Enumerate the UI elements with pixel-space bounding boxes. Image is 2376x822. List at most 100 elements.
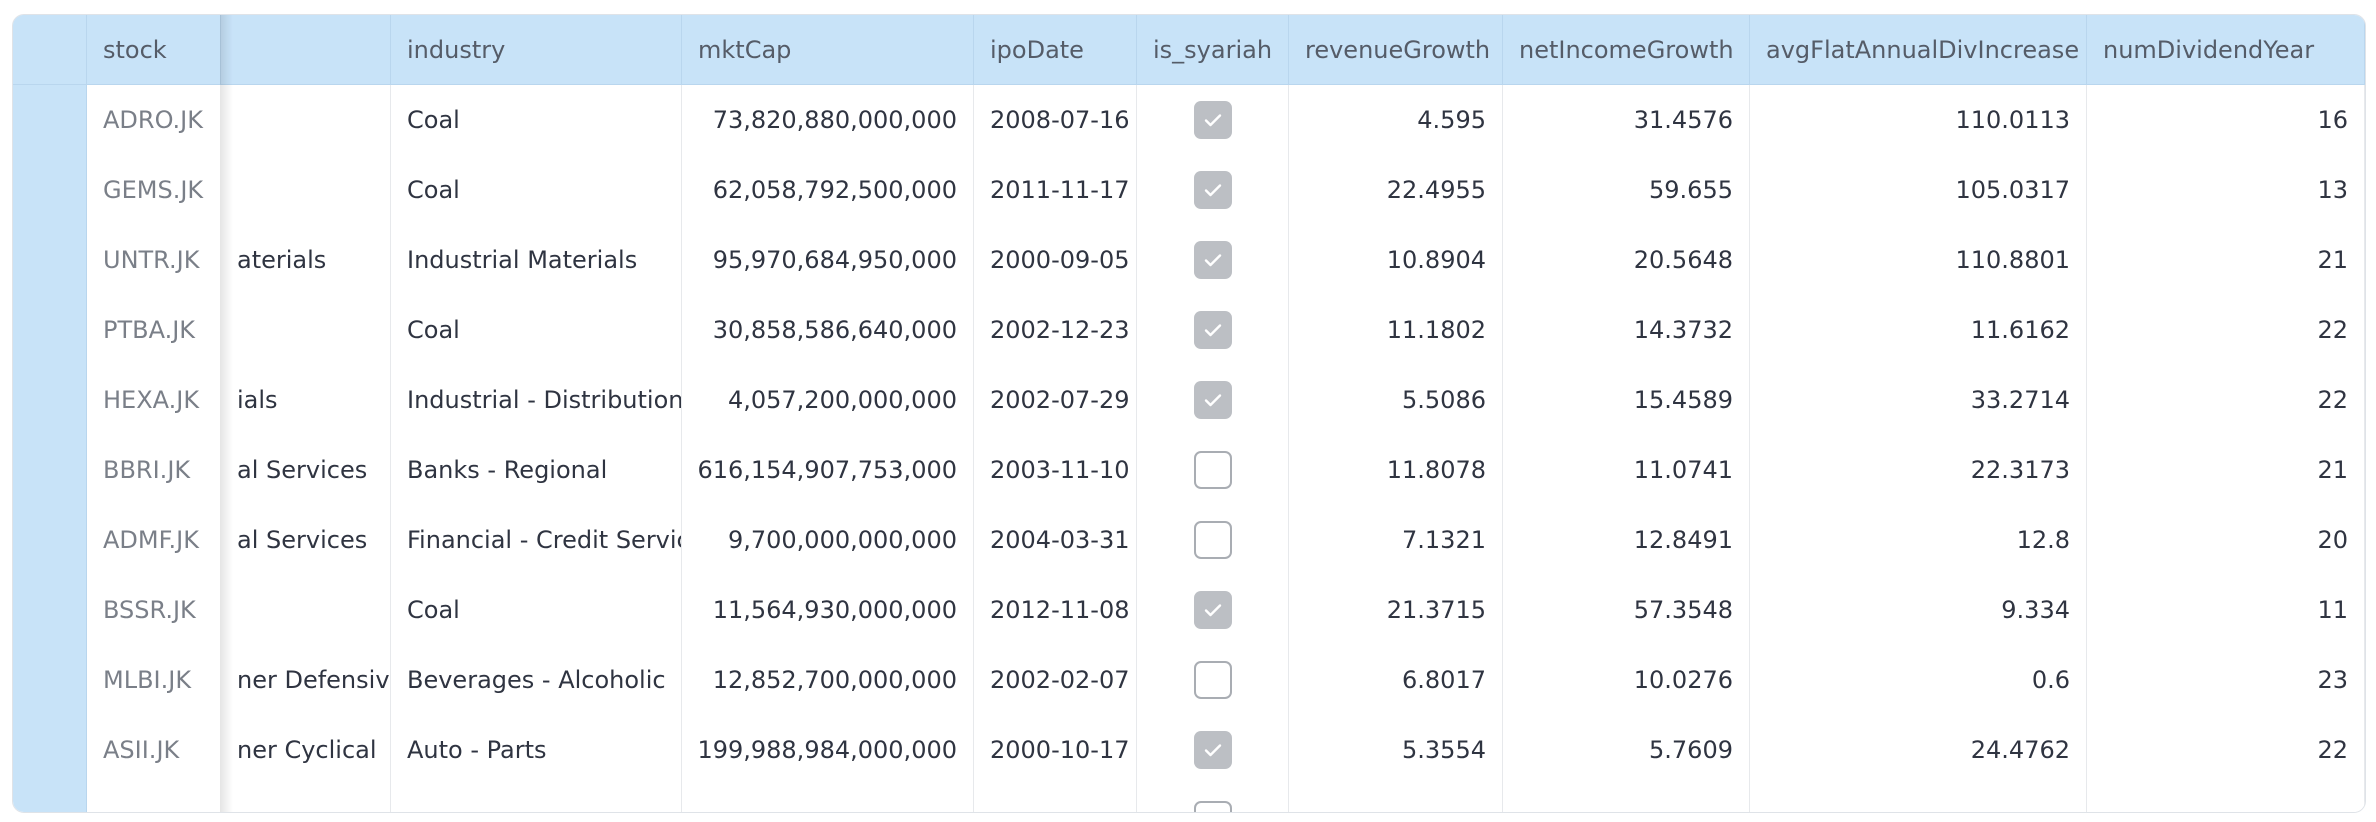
- syariah-checkbox[interactable]: [1193, 101, 1232, 139]
- cell-industry[interactable]: Industrial Materials: [391, 225, 682, 295]
- cell-sector[interactable]: [221, 575, 391, 645]
- syariah-checkbox[interactable]: [1193, 241, 1232, 279]
- cell-mktCap[interactable]: 199,988,984,000,000: [682, 715, 974, 785]
- cell-avgFlatAnnualDivIncrease[interactable]: 110.0113: [1750, 85, 2087, 155]
- cell-avgFlatAnnualDivIncrease[interactable]: 11.6162: [1750, 295, 2087, 365]
- row-index-cell[interactable]: [13, 435, 87, 505]
- table-row[interactable]: al ServicesFinancial - Credit Services9,…: [13, 505, 2365, 576]
- cell-netIncomeGrowth[interactable]: 14.3732: [1503, 295, 1750, 365]
- cell-netIncomeGrowth[interactable]: 57.3548: [1503, 575, 1750, 645]
- cell-netIncomeGrowth[interactable]: 15.4589: [1503, 365, 1750, 435]
- column-header-ipoDate[interactable]: ipoDate: [974, 15, 1137, 84]
- cell-stock[interactable]: ASII.JK: [87, 715, 221, 785]
- cell-ipoDate[interactable]: 2000-09-05: [974, 225, 1137, 295]
- cell-revenueGrowth[interactable]: 21.3715: [1289, 575, 1503, 645]
- cell-is_syariah[interactable]: [1137, 365, 1289, 435]
- cell-ipoDate[interactable]: 2008-07-16: [974, 85, 1137, 155]
- column-header-avgFlatAnnualDivIncrease[interactable]: avgFlatAnnualDivIncrease: [1750, 15, 2087, 84]
- cell-revenueGrowth[interactable]: 5.3554: [1289, 715, 1503, 785]
- cell-netIncomeGrowth[interactable]: 11.0741: [1503, 435, 1750, 505]
- cell-stock[interactable]: ADMF.JK: [87, 505, 221, 575]
- cell-sector[interactable]: ials: [221, 365, 391, 435]
- row-index-cell[interactable]: [13, 85, 87, 155]
- table-row[interactable]: aterials Industrial Materials 95,970,684,9…: [13, 225, 2365, 296]
- column-header-netIncomeGrowth[interactable]: netIncomeGrowth: [1503, 15, 1750, 84]
- row-index-cell[interactable]: [13, 295, 87, 365]
- column-header-industry[interactable]: industry: [391, 15, 682, 84]
- cell-avgFlatAnnualDivIncrease[interactable]: 0.6: [1750, 645, 2087, 715]
- cell-sector[interactable]: ner Cyclical: [221, 715, 391, 785]
- syariah-checkbox[interactable]: [1193, 451, 1232, 489]
- cell-stock[interactable]: MLBI.JK: [87, 645, 221, 715]
- cell-is_syariah[interactable]: [1137, 645, 1289, 715]
- column-header-revenueGrowth[interactable]: revenueGrowth: [1289, 15, 1503, 84]
- cell-ipoDate[interactable]: 2004-03-31: [974, 505, 1137, 575]
- cell-industry[interactable]: Coal: [391, 575, 682, 645]
- cell-stock[interactable]: PTBA.JK: [87, 295, 221, 365]
- cell-numDividendYear[interactable]: 22: [2087, 365, 2365, 435]
- cell-avgFlatAnnualDivIncrease[interactable]: 24.4762: [1750, 715, 2087, 785]
- cell-stock[interactable]: HEXA.JK: [87, 365, 221, 435]
- row-index-cell[interactable]: [13, 225, 87, 295]
- cell-industry[interactable]: Coal: [391, 155, 682, 225]
- cell-mktCap[interactable]: 73,820,880,000,000: [682, 85, 974, 155]
- cell-sector[interactable]: [221, 85, 391, 155]
- cell-industry[interactable]: Auto - Parts: [391, 715, 682, 785]
- cell-industry[interactable]: Banks - Regional: [391, 435, 682, 505]
- cell-ipoDate[interactable]: 2002-12-23: [974, 295, 1137, 365]
- cell-is_syariah[interactable]: [1137, 435, 1289, 505]
- table-row[interactable]: Coal 73,820,880,000,000 2008-07-16 4.595 31.…: [13, 85, 2365, 156]
- cell-revenueGrowth[interactable]: 4.595: [1289, 85, 1503, 155]
- cell-stock[interactable]: [87, 785, 221, 812]
- cell-numDividendYear[interactable]: 16: [2087, 85, 2365, 155]
- syariah-checkbox[interactable]: [1193, 171, 1232, 209]
- syariah-checkbox[interactable]: [1193, 731, 1232, 769]
- row-index-cell[interactable]: [13, 715, 87, 785]
- column-header-stock[interactable]: stock: [87, 15, 221, 84]
- cell-numDividendYear[interactable]: 13: [2087, 155, 2365, 225]
- cell-avgFlatAnnualDivIncrease[interactable]: 105.0317: [1750, 155, 2087, 225]
- cell-ipoDate[interactable]: 2011-11-17: [974, 155, 1137, 225]
- cell-is_syariah[interactable]: [1137, 575, 1289, 645]
- table-row[interactable]: Coal 11,564,930,000,000 2012-11-08 21.3715 5…: [13, 575, 2365, 646]
- row-index-cell[interactable]: [13, 785, 87, 812]
- cell-mktCap[interactable]: 95,970,684,950,000: [682, 225, 974, 295]
- cell-revenueGrowth[interactable]: 10.8904: [1289, 225, 1503, 295]
- cell-sector[interactable]: [221, 155, 391, 225]
- data-grid[interactable]: industry mktCap ipoDate is_syariah revenueGr…: [12, 14, 2366, 813]
- row-index-cell[interactable]: [13, 645, 87, 715]
- cell-mktCap[interactable]: 4,057,200,000,000: [682, 365, 974, 435]
- cell-industry[interactable]: Industrial - Distribution: [391, 365, 682, 435]
- cell-sector[interactable]: [221, 785, 391, 812]
- syariah-checkbox[interactable]: [1193, 661, 1232, 699]
- table-row[interactable]: al Services Banks - Regional 616,154,907,7…: [13, 435, 2365, 506]
- cell-is_syariah[interactable]: [1137, 715, 1289, 785]
- cell-mktCap[interactable]: 12,852,700,000,000: [682, 645, 974, 715]
- cell-numDividendYear[interactable]: 20: [2087, 505, 2365, 575]
- cell-industry[interactable]: [391, 785, 682, 812]
- syariah-checkbox[interactable]: [1193, 381, 1232, 419]
- cell-mktCap[interactable]: [682, 785, 974, 812]
- cell-netIncomeGrowth[interactable]: 5.7609: [1503, 715, 1750, 785]
- column-header-mktCap[interactable]: mktCap: [682, 15, 974, 84]
- cell-is_syariah[interactable]: [1137, 225, 1289, 295]
- cell-netIncomeGrowth[interactable]: 10.0276: [1503, 645, 1750, 715]
- cell-numDividendYear[interactable]: 11: [2087, 575, 2365, 645]
- cell-revenueGrowth[interactable]: 22.4955: [1289, 155, 1503, 225]
- column-header-numDividendYear[interactable]: numDividendYear: [2087, 15, 2365, 84]
- cell-industry[interactable]: Beverages - Alcoholic: [391, 645, 682, 715]
- cell-numDividendYear[interactable]: 21: [2087, 435, 2365, 505]
- cell-sector[interactable]: al Services: [221, 505, 391, 575]
- cell-avgFlatAnnualDivIncrease[interactable]: 12.8: [1750, 505, 2087, 575]
- table-row[interactable]: ner Defensive Beverages - Alcoholic 12,852…: [13, 645, 2365, 716]
- cell-mktCap[interactable]: 11,564,930,000,000: [682, 575, 974, 645]
- cell-revenueGrowth[interactable]: 11.8078: [1289, 435, 1503, 505]
- cell-revenueGrowth[interactable]: 6.8017: [1289, 645, 1503, 715]
- cell-ipoDate[interactable]: [974, 785, 1137, 812]
- cell-sector[interactable]: al Services: [221, 435, 391, 505]
- cell-is_syariah[interactable]: [1137, 505, 1289, 575]
- table-row[interactable]: ner Cyclical Auto - Parts 199,988,984,000,…: [13, 715, 2365, 786]
- cell-mktCap[interactable]: 616,154,907,753,000: [682, 435, 974, 505]
- syariah-checkbox[interactable]: [1193, 521, 1232, 559]
- cell-netIncomeGrowth[interactable]: [1503, 785, 1750, 812]
